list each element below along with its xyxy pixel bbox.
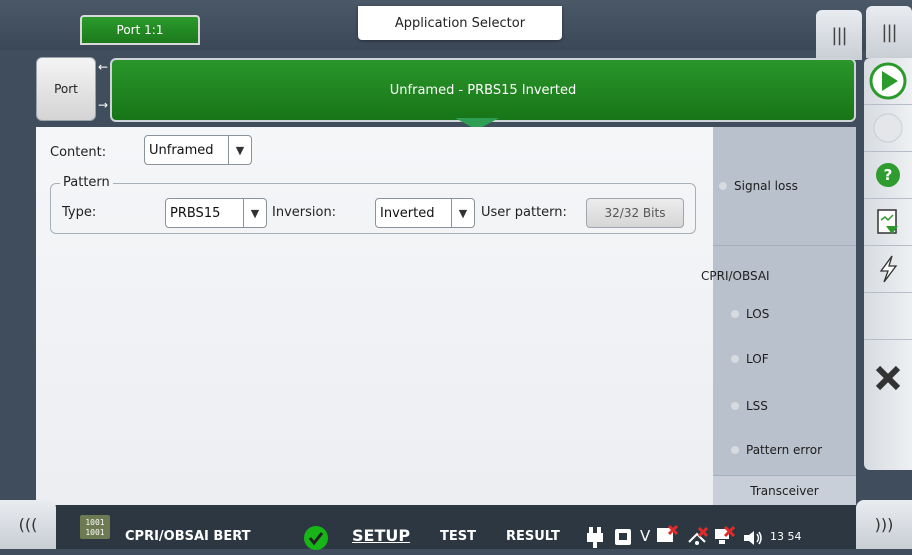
record-button[interactable] bbox=[864, 105, 912, 152]
caret-down-icon: ▼ bbox=[243, 199, 266, 227]
port-tab[interactable]: Port 1:1 bbox=[80, 15, 200, 45]
lss-label: LSS bbox=[746, 399, 768, 413]
caret-down-icon: ▼ bbox=[228, 136, 251, 164]
lss-indicator: LSS bbox=[731, 399, 768, 413]
grip-icon: ||| bbox=[831, 24, 847, 46]
tab-result[interactable]: RESULT bbox=[506, 529, 560, 544]
left-panel-tab[interactable]: ((( bbox=[0, 500, 56, 549]
lof-label: LOF bbox=[746, 352, 769, 366]
right-sidebar: ? bbox=[864, 58, 912, 470]
clock: 13 54 bbox=[770, 530, 802, 543]
close-icon bbox=[875, 365, 901, 390]
user-pattern-label: User pattern: bbox=[481, 205, 567, 220]
svg-text:1001: 1001 bbox=[85, 528, 104, 537]
inversion-dropdown[interactable]: Inverted ▼ bbox=[375, 198, 475, 228]
status-banner[interactable]: Unframed - PRBS15 Inverted bbox=[110, 58, 856, 122]
content-label: Content: bbox=[50, 145, 107, 160]
grip-icon: ||| bbox=[881, 21, 897, 43]
svg-text:1001: 1001 bbox=[85, 518, 104, 527]
transceiver-button[interactable]: Transceiver bbox=[713, 475, 856, 506]
help-button[interactable]: ? bbox=[864, 152, 912, 199]
content-value: Unframed bbox=[149, 142, 214, 158]
app-name: CPRI/OBSAI BERT bbox=[125, 529, 251, 544]
start-button[interactable] bbox=[864, 58, 912, 105]
sidebar-toggle-tab[interactable]: ||| bbox=[866, 6, 912, 58]
help-icon: ? bbox=[876, 163, 900, 187]
svg-text:?: ? bbox=[884, 166, 893, 184]
network-error-icon bbox=[656, 524, 679, 550]
report-icon bbox=[877, 209, 898, 234]
scroll-right-icon: ))) bbox=[874, 515, 894, 534]
storage-icon bbox=[614, 528, 632, 550]
content-dropdown[interactable]: Unframed ▼ bbox=[144, 135, 252, 165]
banner-text: Unframed - PRBS15 Inverted bbox=[389, 82, 577, 98]
type-value: PRBS15 bbox=[170, 205, 221, 221]
led-icon bbox=[731, 446, 739, 454]
led-icon bbox=[731, 355, 739, 363]
pattern-error-indicator: Pattern error bbox=[731, 443, 822, 457]
report-button[interactable] bbox=[864, 199, 912, 246]
inversion-label: Inversion: bbox=[272, 205, 337, 220]
led-icon bbox=[731, 402, 739, 410]
application-selector-button[interactable]: Application Selector bbox=[358, 6, 562, 40]
play-icon bbox=[869, 62, 907, 100]
port-button[interactable]: Port bbox=[36, 57, 96, 121]
status-check-icon bbox=[303, 525, 329, 555]
close-button[interactable] bbox=[864, 340, 912, 415]
sidebar-blank-button[interactable] bbox=[864, 293, 912, 340]
signal-loss-indicator: Signal loss bbox=[719, 179, 798, 193]
type-dropdown[interactable]: PRBS15 ▼ bbox=[165, 198, 267, 228]
cpri-obsai-title: CPRI/OBSAI bbox=[701, 269, 770, 283]
remote-off-icon bbox=[713, 525, 736, 551]
type-label: Type: bbox=[62, 205, 97, 220]
caret-down-icon: ▼ bbox=[451, 199, 474, 227]
app-icon: 1001 1001 bbox=[80, 515, 110, 543]
pattern-legend: Pattern bbox=[60, 175, 113, 190]
led-icon bbox=[719, 182, 727, 190]
user-pattern-button[interactable]: 32/32 Bits bbox=[586, 198, 684, 228]
pattern-error-label: Pattern error bbox=[746, 443, 823, 457]
voltage-icon: V bbox=[640, 527, 651, 545]
volume-icon[interactable] bbox=[742, 529, 764, 551]
scroll-left-icon: ((( bbox=[18, 515, 38, 534]
arrow-left-icon: ← bbox=[98, 60, 109, 74]
inversion-value: Inverted bbox=[380, 205, 435, 221]
signal-loss-label: Signal loss bbox=[734, 179, 798, 193]
lightning-icon bbox=[879, 255, 898, 283]
arrow-right-icon: → bbox=[98, 98, 109, 112]
tab-test[interactable]: TEST bbox=[440, 529, 476, 544]
panel-toggle-tab[interactable]: ||| bbox=[816, 10, 862, 60]
led-icon bbox=[731, 310, 739, 318]
lof-indicator: LOF bbox=[731, 352, 769, 366]
inject-button[interactable] bbox=[864, 246, 912, 293]
status-panel: Signal loss CPRI/OBSAI LOS LOF LSS Patte… bbox=[701, 127, 856, 506]
tab-setup[interactable]: SETUP bbox=[352, 526, 410, 545]
los-label: LOS bbox=[746, 307, 770, 321]
record-icon bbox=[873, 113, 903, 143]
right-panel-tab[interactable]: ))) bbox=[856, 500, 912, 549]
los-indicator: LOS bbox=[731, 307, 769, 321]
wifi-off-icon bbox=[686, 526, 709, 552]
